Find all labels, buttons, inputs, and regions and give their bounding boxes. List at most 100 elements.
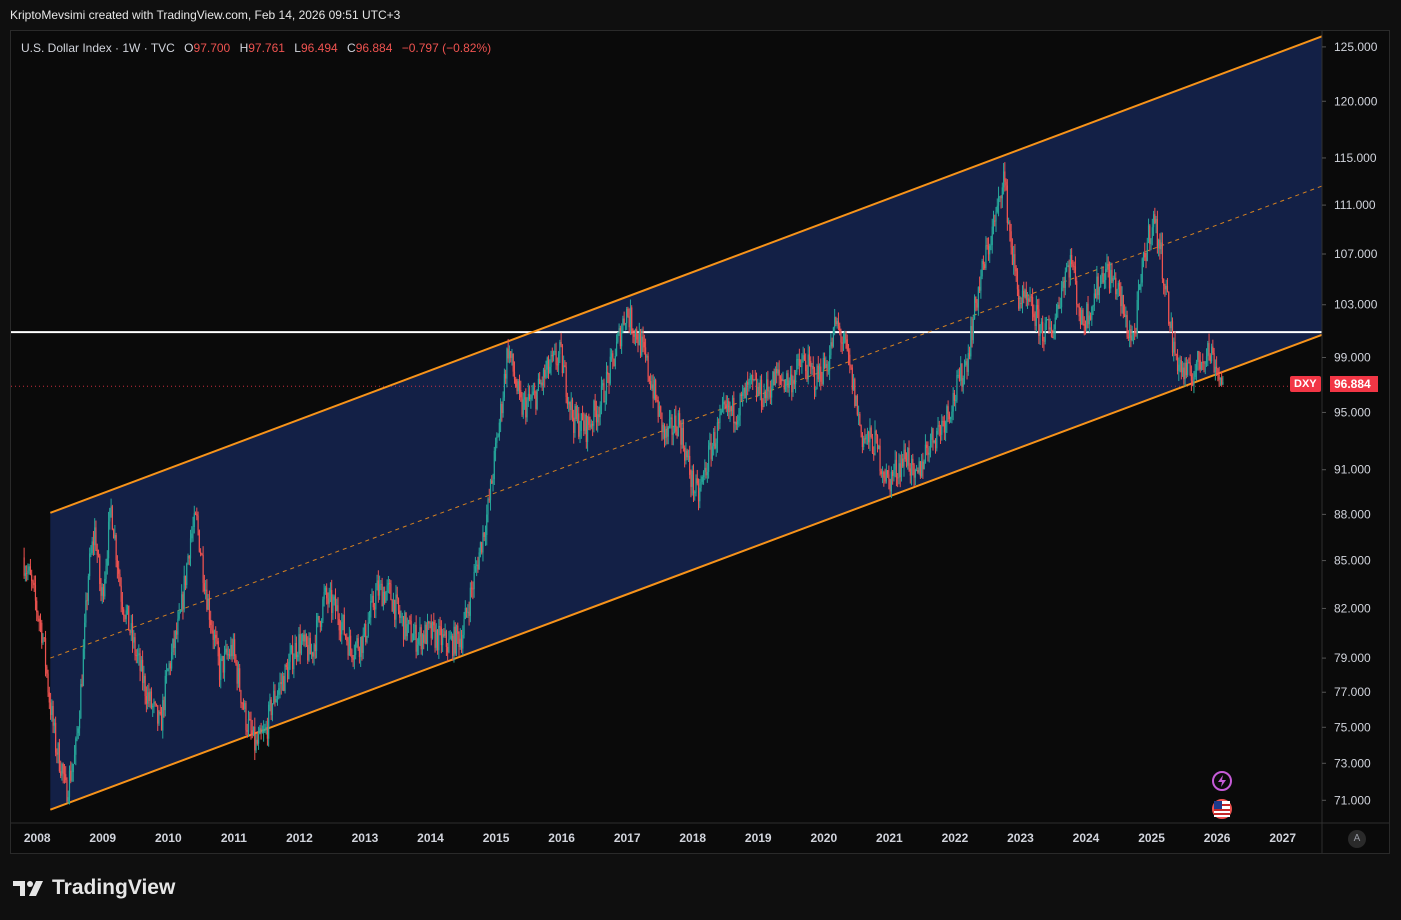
candle-body (735, 421, 737, 425)
candle-body (375, 590, 377, 610)
candle-body (1077, 304, 1079, 307)
candle-body (887, 470, 889, 475)
candle-body (691, 470, 693, 487)
candle-body (1200, 362, 1203, 370)
candle-body (752, 374, 754, 380)
candle-body (534, 391, 536, 393)
candle-body (552, 352, 555, 357)
time-tick-label: 2020 (810, 831, 837, 845)
chart-panel[interactable]: 125.000 120.000 115.000 111.000 107.000 103.0… (10, 30, 1390, 854)
candle-body (890, 471, 892, 492)
candle-body (309, 637, 311, 655)
candle-body (612, 353, 614, 359)
candle-body (687, 455, 690, 458)
candle-body (172, 638, 174, 653)
candle-body (1120, 285, 1122, 307)
candle-body (586, 416, 589, 442)
candle-body (787, 373, 789, 388)
candle-body (321, 620, 323, 627)
candle-body (967, 353, 969, 372)
candle-body (507, 348, 509, 359)
candle-body (823, 358, 826, 369)
candle-body (134, 637, 136, 656)
candle-body (609, 356, 611, 384)
candle-body (503, 373, 505, 398)
candle-body (192, 527, 194, 534)
candle-body (1110, 269, 1112, 289)
candle-body (1096, 276, 1098, 299)
candle-body (479, 542, 482, 553)
candle-body (561, 345, 563, 374)
candle-body (1100, 276, 1102, 288)
candle-body (1014, 254, 1016, 269)
change-value: −0.797 (−0.82%) (401, 41, 492, 55)
high-value: 97.761 (248, 41, 285, 55)
candle-body (187, 556, 189, 565)
current-symbol-tag: DXY (1290, 376, 1321, 392)
candle-body (114, 535, 116, 539)
candle-body (343, 614, 345, 635)
candle-body (234, 639, 236, 656)
candle-body (62, 763, 64, 774)
candle-body (1207, 343, 1209, 357)
candle-body (965, 361, 967, 366)
candle-body (165, 670, 168, 676)
candle-body (697, 483, 700, 502)
candle-body (97, 554, 100, 556)
candle-body (575, 406, 577, 420)
candle-body (297, 654, 299, 658)
candle-body (897, 477, 899, 479)
candle-body (690, 474, 692, 487)
candle-body (626, 308, 628, 324)
us-flag-icon[interactable] (1212, 799, 1232, 819)
candle-body (469, 587, 471, 616)
candle-body (492, 479, 494, 484)
time-tick-label: 2026 (1204, 831, 1231, 845)
candle-body (111, 506, 113, 530)
candle-body (391, 599, 393, 612)
candle-body (825, 363, 827, 369)
candle-body (288, 661, 290, 680)
candle-body (191, 533, 193, 539)
candle-body (907, 448, 909, 466)
candle-body (1105, 268, 1107, 280)
candle-body (536, 389, 538, 409)
candle-body (730, 406, 732, 412)
auto-scale-button[interactable]: A (1348, 830, 1366, 848)
candle-body (424, 624, 426, 643)
candle-body (759, 379, 761, 395)
candle-body (656, 399, 658, 401)
candle-body (1004, 171, 1006, 182)
candle-body (337, 605, 339, 620)
candle-body (197, 515, 199, 531)
candle-body (938, 425, 940, 427)
candle-body (1203, 362, 1205, 364)
candle-body (487, 499, 489, 515)
candle-body (1134, 332, 1136, 334)
candle-body (643, 341, 645, 348)
candle-body (298, 634, 300, 655)
candle-body (621, 330, 623, 347)
candle-body (305, 634, 308, 646)
candle-body (60, 771, 62, 776)
candle-body (960, 363, 962, 381)
candle-body (1125, 315, 1127, 318)
price-chart[interactable]: 125.000 120.000 115.000 111.000 107.000 103.0… (11, 31, 1389, 853)
candle-body (101, 587, 103, 596)
candle-body (362, 634, 364, 653)
candle-body (140, 659, 142, 671)
candle-body (950, 417, 952, 420)
candle-body (731, 397, 734, 412)
candle-body (39, 621, 42, 623)
candle-body (1193, 377, 1195, 386)
candle-body (1173, 341, 1175, 353)
candle-body (1121, 295, 1123, 307)
candle-body (817, 365, 819, 380)
time-tick-label: 2022 (942, 831, 969, 845)
lightning-event-icon[interactable] (1212, 771, 1232, 791)
candle-body (633, 334, 635, 337)
candle-body (387, 583, 390, 586)
candle-body (820, 366, 822, 382)
candle-body (589, 425, 591, 428)
candle-body (434, 625, 436, 648)
